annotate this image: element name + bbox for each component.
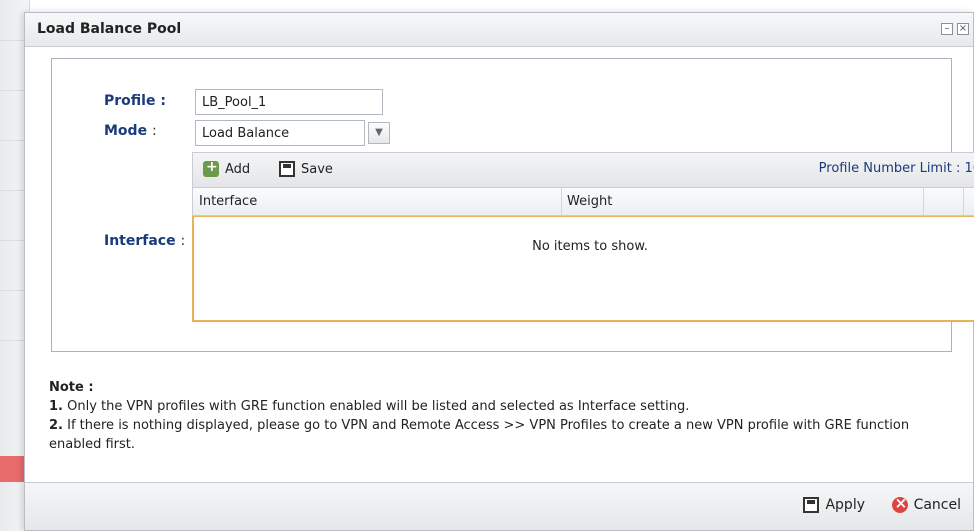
- form-panel: Profile : Mode : Load Balance ▼ Interfac…: [51, 58, 974, 352]
- column-divider: [561, 188, 562, 215]
- add-button-label: Add: [225, 161, 251, 177]
- column-divider: [963, 188, 964, 215]
- background-highlight: [0, 456, 24, 482]
- note-section: Note : 1. Only the VPN profiles with GRE…: [49, 378, 949, 454]
- empty-message: No items to show.: [532, 239, 648, 254]
- note-item-1: 1. Only the VPN profiles with GRE functi…: [49, 399, 690, 414]
- load-balance-pool-dialog: Load Balance Pool – × Profile : Mode : L…: [24, 12, 974, 531]
- profile-label: Profile :: [104, 93, 166, 109]
- note-item-2: 2. If there is nothing displayed, please…: [49, 418, 910, 452]
- apply-button[interactable]: Apply: [803, 497, 865, 513]
- save-icon: [279, 161, 295, 177]
- grid-toolbar: Add Save Profile Number Limit : 16: [192, 152, 974, 188]
- cancel-icon: [891, 494, 908, 513]
- minimize-icon[interactable]: –: [941, 23, 953, 35]
- profile-number-limit: Profile Number Limit : 16: [818, 161, 974, 176]
- add-button[interactable]: Add: [203, 159, 251, 177]
- dialog-title: Load Balance Pool: [37, 21, 182, 37]
- cancel-button[interactable]: Cancel: [891, 494, 961, 513]
- column-header-weight[interactable]: Weight: [567, 194, 612, 209]
- dialog-footer: Apply Cancel: [25, 482, 973, 530]
- add-icon: [203, 159, 219, 177]
- chevron-down-icon[interactable]: ▼: [368, 122, 390, 144]
- save-button[interactable]: Save: [279, 161, 333, 177]
- grid-header: Interface Weight: [192, 188, 974, 216]
- mode-label: Mode :: [104, 123, 157, 139]
- column-header-interface[interactable]: Interface: [199, 194, 257, 209]
- apply-button-label: Apply: [825, 497, 865, 513]
- interface-grid: Add Save Profile Number Limit : 16 Inter…: [192, 152, 974, 324]
- save-button-label: Save: [301, 161, 333, 177]
- mode-select[interactable]: Load Balance ▼: [195, 120, 390, 146]
- cancel-button-label: Cancel: [913, 497, 961, 513]
- dialog-titlebar[interactable]: Load Balance Pool – ×: [25, 13, 973, 47]
- close-icon[interactable]: ×: [957, 23, 969, 35]
- mode-selected-value: Load Balance: [202, 126, 290, 141]
- note-heading: Note :: [49, 380, 94, 395]
- save-icon: [803, 497, 820, 513]
- profile-input[interactable]: [195, 89, 383, 115]
- interface-label: Interface :: [104, 233, 186, 249]
- grid-body: No items to show.: [192, 216, 974, 322]
- column-divider: [923, 188, 924, 215]
